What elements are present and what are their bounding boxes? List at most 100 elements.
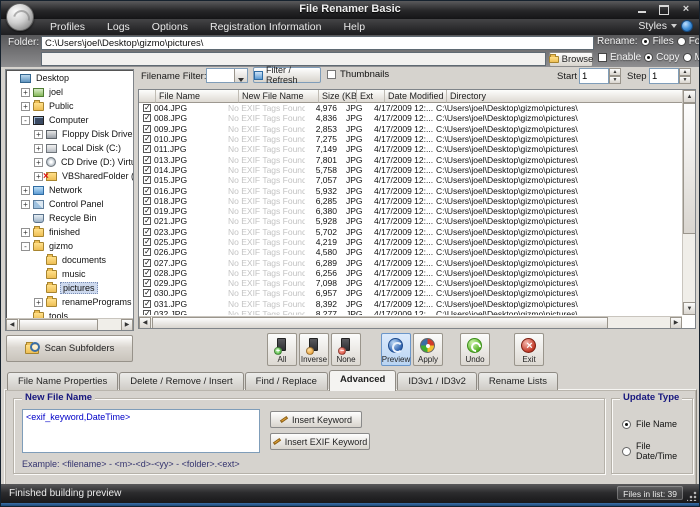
row-checkbox[interactable] — [143, 238, 151, 246]
folder-input[interactable] — [41, 36, 594, 50]
tree-expander-icon[interactable]: + — [21, 228, 30, 237]
styles-button[interactable]: Styles — [638, 20, 693, 32]
table-hscroll-thumb[interactable] — [152, 317, 608, 329]
scan-subfolders-button[interactable]: Scan Subfolders — [6, 335, 133, 362]
copyto-input[interactable] — [41, 52, 546, 66]
row-checkbox[interactable] — [143, 187, 151, 195]
tab-rename-lists[interactable]: Rename Lists — [478, 372, 558, 390]
scroll-left-icon[interactable]: ◀ — [6, 319, 18, 331]
insert-keyword-button[interactable]: Insert Keyword — [270, 411, 362, 428]
tree-item-label[interactable]: CD Drive (D:) VirtualBox Guest — [59, 157, 133, 167]
tree-item-recycle-bin[interactable]: +Recycle Bin — [6, 211, 133, 225]
tree-item-cd-drive-d-virtualbox-guest[interactable]: + CD Drive (D:) VirtualBox Guest — [6, 155, 133, 169]
tab-delete-remove-insert[interactable]: Delete / Remove / Insert — [119, 372, 243, 390]
tree-expander-icon[interactable]: - — [21, 242, 30, 251]
table-row[interactable]: 025.JPGNo EXIF Tags Found4,219JPG4/17/20… — [139, 237, 682, 247]
maximize-icon[interactable] — [657, 4, 671, 15]
tree-expander-icon[interactable]: + — [34, 172, 43, 181]
table-row[interactable]: 032.JPGNo EXIF Tags Found8,277JPG4/17/20… — [139, 309, 682, 315]
row-checkbox[interactable] — [143, 166, 151, 174]
tree-item-label[interactable]: Recycle Bin — [47, 213, 99, 223]
tab-advanced[interactable]: Advanced — [329, 370, 396, 391]
menu-item-help[interactable]: Help — [332, 21, 376, 33]
filename-filter-select[interactable] — [206, 68, 248, 83]
thumbnails-checkbox[interactable] — [327, 70, 336, 79]
tree-item-floppy-disk-drive-a[interactable]: +Floppy Disk Drive (A:) — [6, 127, 133, 141]
column-header-directory[interactable]: Directory — [447, 90, 684, 103]
file-datetime-radio[interactable] — [622, 447, 631, 456]
tree-item-public[interactable]: + Public — [6, 99, 133, 113]
tree-item-label[interactable]: finished — [47, 227, 82, 237]
tree-item-label[interactable]: Desktop — [34, 73, 71, 83]
tree-item-finished[interactable]: + finished — [6, 225, 133, 239]
tab-find-replace[interactable]: Find / Replace — [245, 372, 328, 390]
tree-item-pictures[interactable]: +pictures — [6, 281, 133, 295]
tree-expander-icon[interactable]: + — [21, 186, 30, 195]
tree-item-label[interactable]: gizmo — [47, 241, 75, 251]
scroll-right-icon[interactable]: ▶ — [670, 317, 682, 329]
row-checkbox[interactable] — [143, 269, 151, 277]
rename-folders-radio[interactable] — [677, 37, 686, 46]
tree-item-local-disk-c[interactable]: +Local Disk (C:) — [6, 141, 133, 155]
tree-item-desktop[interactable]: +Desktop — [6, 71, 133, 85]
all-button[interactable]: +All — [267, 333, 297, 366]
scroll-down-icon[interactable]: ▼ — [683, 302, 696, 315]
menu-item-profiles[interactable]: Profiles — [39, 21, 96, 33]
table-vscroll-thumb[interactable] — [683, 103, 696, 234]
minimize-icon[interactable] — [635, 4, 649, 15]
row-checkbox[interactable] — [143, 114, 151, 122]
tree-expander-icon[interactable]: + — [21, 200, 30, 209]
menu-item-logs[interactable]: Logs — [96, 21, 141, 33]
tree-item-computer[interactable]: -Computer — [6, 113, 133, 127]
tree-item-label[interactable]: Public — [47, 101, 76, 111]
tree-expander-icon[interactable]: + — [34, 158, 43, 167]
tree-item-label[interactable]: VBSharedFolder (\\vboxsvr) (Z — [60, 171, 133, 181]
column-header-size-kb[interactable]: Size (KB) — [319, 90, 357, 103]
tree-expander-icon[interactable]: + — [21, 102, 30, 111]
resize-grip[interactable] — [687, 491, 697, 501]
table-row[interactable]: 019.JPGNo EXIF Tags Found6,380JPG4/17/20… — [139, 206, 682, 216]
tree-expander-icon[interactable]: + — [34, 130, 43, 139]
table-row[interactable]: 031.JPGNo EXIF Tags Found8,392JPG4/17/20… — [139, 299, 682, 309]
tree-item-label[interactable]: Control Panel — [47, 199, 106, 209]
column-header-new-file-name[interactable]: New File Name — [239, 90, 319, 103]
enable-checkbox[interactable] — [598, 53, 607, 62]
row-checkbox[interactable] — [143, 156, 151, 164]
row-checkbox[interactable] — [143, 176, 151, 184]
tree-item-documents[interactable]: +documents — [6, 253, 133, 267]
table-vscrollbar[interactable]: ▲ ▼ — [682, 90, 695, 315]
table-row[interactable]: 026.JPGNo EXIF Tags Found4,580JPG4/17/20… — [139, 247, 682, 257]
tree-expander-icon[interactable]: - — [21, 116, 30, 125]
new-file-name-textarea[interactable]: <exif_keyword,DateTime> — [22, 409, 260, 453]
row-checkbox[interactable] — [143, 289, 151, 297]
tree-item-label[interactable]: joel — [47, 87, 65, 97]
scroll-up-icon[interactable]: ▲ — [683, 90, 696, 103]
tree-item-music[interactable]: +music — [6, 267, 133, 281]
row-checkbox[interactable] — [143, 125, 151, 133]
table-row[interactable]: 027.JPGNo EXIF Tags Found6,289JPG4/17/20… — [139, 257, 682, 267]
scroll-right-icon[interactable]: ▶ — [121, 319, 133, 331]
table-row[interactable]: 010.JPGNo EXIF Tags Found7,275JPG4/17/20… — [139, 134, 682, 144]
table-row[interactable]: 028.JPGNo EXIF Tags Found6,256JPG4/17/20… — [139, 268, 682, 278]
insert-exif-keyword-button[interactable]: Insert EXIF Keyword — [270, 433, 370, 450]
row-checkbox[interactable] — [143, 300, 151, 308]
column-header-select[interactable] — [139, 90, 156, 103]
tree-item-label[interactable]: renamePrograms — [60, 297, 133, 307]
tree-item-label[interactable]: tools — [47, 311, 70, 318]
row-checkbox[interactable] — [143, 248, 151, 256]
none-button[interactable]: −None — [331, 333, 361, 366]
table-row[interactable]: 018.JPGNo EXIF Tags Found6,285JPG4/17/20… — [139, 196, 682, 206]
tab-file-name-properties[interactable]: File Name Properties — [7, 372, 118, 390]
table-row[interactable]: 008.JPGNo EXIF Tags Found4,836JPG4/17/20… — [139, 113, 682, 123]
column-header-ext[interactable]: Ext — [357, 90, 385, 103]
menu-item-registration-information[interactable]: Registration Information — [199, 21, 332, 33]
tree-expander-icon[interactable]: + — [34, 144, 43, 153]
table-row[interactable]: 016.JPGNo EXIF Tags Found5,932JPG4/17/20… — [139, 185, 682, 195]
undo-button[interactable]: Undo — [460, 333, 490, 366]
table-row[interactable]: 021.JPGNo EXIF Tags Found5,928JPG4/17/20… — [139, 216, 682, 226]
tree-expander-icon[interactable]: + — [34, 298, 43, 307]
tree-item-vbsharedfolder-vboxsvr-z[interactable]: + VBSharedFolder (\\vboxsvr) (Z — [6, 169, 133, 183]
table-row[interactable]: 015.JPGNo EXIF Tags Found7,057JPG4/17/20… — [139, 175, 682, 185]
tree-item-control-panel[interactable]: + Control Panel — [6, 197, 133, 211]
table-hscrollbar[interactable]: ◀ ▶ — [139, 316, 682, 328]
